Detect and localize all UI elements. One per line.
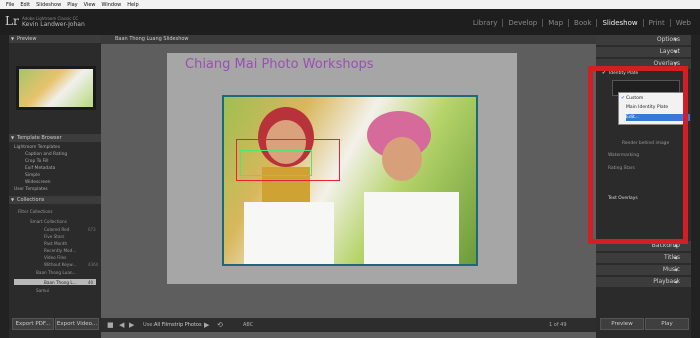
collections-header[interactable]: ▼ Collections (9, 196, 101, 204)
menu-help[interactable]: Help (127, 2, 138, 8)
preview-button[interactable]: Preview (600, 318, 644, 330)
collapse-icon: ▼ (673, 49, 677, 54)
template-item[interactable]: Exif Metadata (25, 166, 55, 171)
menu-view[interactable]: View (84, 2, 96, 8)
template-item[interactable]: Crop To Fill (25, 159, 49, 164)
collection-item[interactable]: Samui (36, 288, 49, 293)
collapse-icon: ▼ (11, 36, 15, 41)
collection-item[interactable]: Colored Red (44, 227, 69, 232)
collection-item[interactable]: Video Files (44, 255, 66, 260)
collection-item[interactable]: Filter Collections (18, 209, 53, 214)
collapse-icon: ◀ (673, 267, 677, 272)
preview-panel-header[interactable]: ▼ Preview (9, 35, 101, 43)
identity-plate-text[interactable]: Chiang Mai Photo Workshops (185, 57, 374, 72)
layout-header[interactable]: Layout ▼ (596, 47, 691, 57)
menu-window[interactable]: Window (102, 2, 122, 8)
collection-item[interactable]: Past Month (44, 241, 67, 246)
export-pdf-button[interactable]: Export PDF... (12, 318, 54, 330)
user-name: Kevin Landwer-Johan (22, 21, 85, 28)
menu-play[interactable]: Play (67, 2, 77, 8)
template-browser-header[interactable]: ▼ Template Browser (9, 134, 101, 142)
annotation-highlight-box (588, 66, 688, 244)
module-map[interactable]: Map (543, 19, 570, 27)
template-item[interactable]: Widescreen (25, 180, 51, 185)
module-library[interactable]: Library (468, 19, 504, 27)
next-slide-icon[interactable]: ▶ (129, 321, 134, 329)
collapse-icon: ▼ (11, 135, 15, 140)
module-book[interactable]: Book (569, 19, 598, 27)
module-print[interactable]: Print (644, 19, 671, 27)
export-video-button[interactable]: Export Video... (55, 318, 99, 330)
stop-icon[interactable]: ■ (107, 321, 114, 329)
collection-count: 673 (88, 227, 96, 232)
prev-slide-icon[interactable]: ◀ (119, 321, 124, 329)
play-button[interactable]: Play (645, 318, 689, 330)
titles-header[interactable]: Titles ◀ (596, 253, 691, 263)
collection-item[interactable]: Baan Thong Luan... (36, 270, 77, 275)
playback-header[interactable]: Playback ◀ (596, 277, 691, 287)
template-item[interactable]: Simple (25, 173, 40, 178)
text-overlay-bounds[interactable] (240, 150, 312, 176)
collapse-icon: ▼ (673, 37, 677, 42)
slide-counter: 1 of 49 (549, 322, 567, 328)
collection-item[interactable]: Smart Collections (30, 219, 67, 224)
toolbar: ■ ◀ ▶ Use: All Filmstrip Photos ▶ ⟲ ABC … (101, 318, 596, 332)
collapse-icon: ◀ (673, 279, 677, 284)
collection-item[interactable]: Recently Mod... (44, 248, 76, 253)
collection-item[interactable]: Without Keyw... (44, 262, 76, 267)
menu-edit[interactable]: Edit (20, 2, 30, 8)
rotate-icon[interactable]: ⟲ (217, 321, 223, 329)
add-text-button[interactable]: ABC (243, 322, 253, 328)
play-icon[interactable]: ▶ (204, 321, 209, 329)
options-header[interactable]: Options ▼ (596, 35, 691, 45)
use-label: Use: (143, 322, 155, 328)
use-dropdown[interactable]: All Filmstrip Photos (154, 322, 202, 328)
photo-illustration (244, 107, 459, 264)
module-develop[interactable]: Develop (503, 19, 544, 27)
slideshow-title-bar: Baan Thong Luang Slideshow (101, 35, 596, 44)
template-folder-lightroom[interactable]: Lightroom Templates (14, 145, 60, 150)
preview-thumbnail (19, 69, 93, 107)
collapse-icon: ▼ (11, 197, 15, 202)
template-folder-user[interactable]: User Templates (14, 187, 48, 192)
module-picker: Library Develop Map Book Slideshow Print… (468, 19, 696, 27)
collection-item[interactable]: Five Stars (44, 234, 64, 239)
collection-count: 40 (88, 280, 94, 285)
collection-count: 4364 (88, 262, 99, 267)
collection-item-selected[interactable]: Baan Thong L... (44, 280, 77, 285)
collapse-icon: ◀ (673, 255, 677, 260)
template-item[interactable]: Caption and Rating (25, 152, 67, 157)
left-edge-strip[interactable] (0, 35, 9, 338)
menu-bar: File Edit Slideshow Play View Window Hel… (0, 0, 700, 9)
module-web[interactable]: Web (671, 19, 696, 27)
menu-file[interactable]: File (6, 2, 14, 8)
slideshow-title: Baan Thong Luang Slideshow (115, 36, 189, 42)
right-edge-strip[interactable] (691, 35, 700, 338)
menu-slideshow[interactable]: Slideshow (36, 2, 61, 8)
music-header[interactable]: Music ◀ (596, 265, 691, 275)
slide-preview (16, 66, 96, 110)
module-slideshow[interactable]: Slideshow (597, 19, 644, 27)
lightroom-logo: Lr (5, 14, 19, 28)
